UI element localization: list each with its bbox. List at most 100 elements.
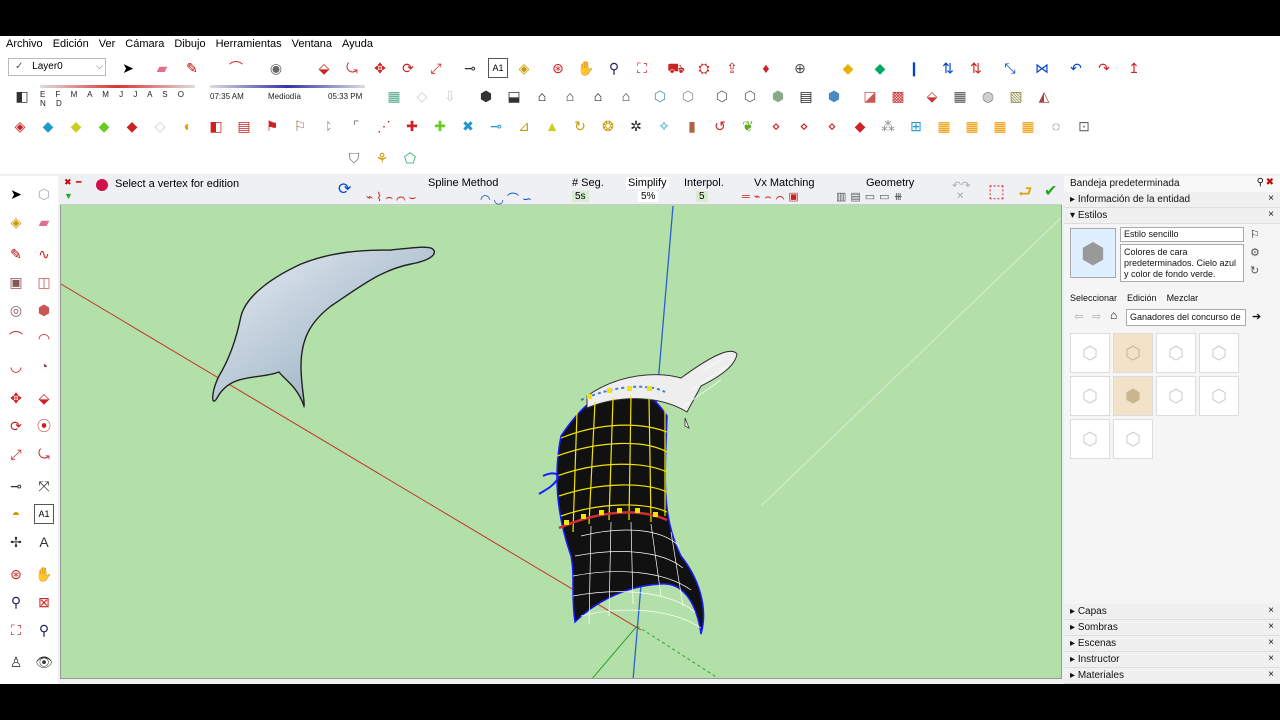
style-thumb[interactable]: ⬡ bbox=[1156, 333, 1196, 373]
tool-19-icon[interactable]: ⊿ bbox=[514, 116, 534, 136]
refresh-icon[interactable]: ⟳ bbox=[338, 179, 351, 199]
tool-10-icon[interactable]: ⚑ bbox=[262, 116, 282, 136]
sandbox-stamp-icon[interactable]: ▧ bbox=[1006, 86, 1026, 106]
style-thumb[interactable]: ⬡ bbox=[1156, 376, 1196, 416]
left-zoomext-icon[interactable]: ⛶ bbox=[6, 620, 26, 640]
left-3dtext-icon[interactable]: A bbox=[34, 532, 54, 552]
menu-ver[interactable]: Ver bbox=[93, 36, 120, 52]
style-thumb[interactable]: ⬡ bbox=[1199, 333, 1239, 373]
tool-31-icon[interactable]: ◆ bbox=[850, 116, 870, 136]
left-zoom-icon[interactable]: ⚲ bbox=[6, 592, 26, 612]
simplify-value[interactable]: 5% bbox=[638, 191, 659, 202]
panel-close-icon[interactable]: × bbox=[1268, 605, 1274, 616]
collection-select[interactable]: Ganadores del concurso de bbox=[1126, 309, 1246, 326]
style-thumb[interactable]: ⬡ bbox=[1070, 376, 1110, 416]
left-offset-icon[interactable]: ⤿ bbox=[34, 444, 54, 464]
close-icon[interactable]: ✖ bbox=[64, 177, 72, 188]
tool-35-icon[interactable]: ▦ bbox=[962, 116, 982, 136]
tool-7-icon[interactable]: ◐ bbox=[178, 116, 198, 136]
undo-icon[interactable]: ↶ bbox=[1066, 58, 1086, 78]
arc-icon[interactable]: ⌒ bbox=[226, 58, 246, 78]
tool-16-icon[interactable]: ✚ bbox=[430, 116, 450, 136]
left-lookaround-icon[interactable]: 👁 bbox=[34, 652, 54, 672]
tool-3-icon[interactable]: ◆ bbox=[66, 116, 86, 136]
style-thumb[interactable]: ⬡ bbox=[1199, 376, 1239, 416]
eraser-icon[interactable]: ▰ bbox=[152, 58, 172, 78]
scale-icon[interactable]: ⤢ bbox=[426, 58, 446, 78]
tool-17-icon[interactable]: ✖ bbox=[458, 116, 478, 136]
tape-icon[interactable]: ⊸ bbox=[460, 58, 480, 78]
section-display-icon[interactable]: ▩ bbox=[888, 86, 908, 106]
tool-23-icon[interactable]: ✲ bbox=[626, 116, 646, 136]
menu-ventana[interactable]: Ventana bbox=[286, 36, 336, 52]
refresh-style-icon[interactable]: ↻ bbox=[1250, 264, 1259, 277]
section-plane-icon[interactable]: ◪ bbox=[860, 86, 880, 106]
panel-materiales[interactable]: ▸ Materiales × bbox=[1064, 668, 1280, 684]
details-arrow-icon[interactable]: ➔ bbox=[1252, 310, 1261, 323]
tool-21-icon[interactable]: ↻ bbox=[570, 116, 590, 136]
geometry-icons[interactable]: ▥▤▭▭⧻ bbox=[836, 190, 907, 203]
tool-11-icon[interactable]: ⚐ bbox=[290, 116, 310, 136]
sandbox-contours-icon[interactable]: ⬙ bbox=[922, 86, 942, 106]
account-icon[interactable]: ⊕ bbox=[790, 58, 810, 78]
panel-escenas[interactable]: ▸ Escenas × bbox=[1064, 636, 1280, 652]
styles-row[interactable]: ▾ Estilos × bbox=[1064, 208, 1280, 224]
left-rotate-icon[interactable]: ⟳ bbox=[6, 416, 26, 436]
geo-location-icon[interactable]: ▦ bbox=[384, 86, 404, 106]
style-thumb[interactable]: ⬡ bbox=[1070, 419, 1110, 459]
solid-shell-icon[interactable]: ⛉ bbox=[344, 148, 364, 168]
minus-icon[interactable]: ━ bbox=[76, 177, 81, 188]
tool-28-icon[interactable]: ⋄ bbox=[766, 116, 786, 136]
zoom-extents-icon[interactable]: ⛶ bbox=[632, 58, 652, 78]
plugin-g-icon[interactable]: ⋈ bbox=[1032, 58, 1052, 78]
left-rotrect-icon[interactable]: ◫ bbox=[34, 272, 54, 292]
month-slider[interactable] bbox=[40, 85, 195, 88]
left-axes-icon[interactable]: ✢ bbox=[6, 532, 26, 552]
panel-capas[interactable]: ▸ Capas × bbox=[1064, 604, 1280, 620]
view-left-icon[interactable]: ⌂ bbox=[616, 86, 636, 106]
left-eraser-icon[interactable]: ▰ bbox=[34, 212, 54, 232]
nav-back-icon[interactable]: ⇦ bbox=[1074, 310, 1083, 323]
plugin-d-icon[interactable]: ⇅ bbox=[938, 58, 958, 78]
left-zoomwin-icon[interactable]: ⊠ bbox=[34, 592, 54, 612]
sandbox-smoove-icon[interactable]: ◍ bbox=[978, 86, 998, 106]
tool-1-icon[interactable]: ◈ bbox=[10, 116, 30, 136]
view-right-icon[interactable]: ⌂ bbox=[560, 86, 580, 106]
sandbox-b-icon[interactable]: ⇩ bbox=[440, 86, 460, 106]
left-freehand-icon[interactable]: ∿ bbox=[34, 244, 54, 264]
tool-6-icon[interactable]: ◇ bbox=[150, 116, 170, 136]
segments-value[interactable]: 5s bbox=[572, 191, 589, 202]
orbit-icon[interactable]: ⊛ bbox=[548, 58, 568, 78]
zoom-icon[interactable]: ⚲ bbox=[604, 58, 624, 78]
sandbox-a-icon[interactable]: ◇ bbox=[412, 86, 432, 106]
shaded-textures-icon[interactable]: ▤ bbox=[796, 86, 816, 106]
redo-icon[interactable]: ↷ bbox=[1094, 58, 1114, 78]
left-dimension-icon[interactable]: ⤧ bbox=[34, 476, 54, 496]
sandbox-scratch-icon[interactable]: ▦ bbox=[950, 86, 970, 106]
style-thumb[interactable]: ⬡ bbox=[1113, 419, 1153, 459]
left-arc3-icon[interactable]: ◡ bbox=[6, 356, 26, 376]
back-edges-icon[interactable]: ⬡ bbox=[678, 86, 698, 106]
plugin-a-icon[interactable]: ◆ bbox=[838, 58, 858, 78]
rotate-icon[interactable]: ⟳ bbox=[398, 58, 418, 78]
extension-icon[interactable]: ♦ bbox=[756, 58, 776, 78]
left-followme-icon[interactable]: ⦿ bbox=[34, 416, 54, 436]
hidden-line-icon[interactable]: ⬡ bbox=[740, 86, 760, 106]
warehouse-icon[interactable]: ⛟ bbox=[666, 58, 686, 78]
tool-9-icon[interactable]: ▤ bbox=[234, 116, 254, 136]
pin-icon[interactable]: ⚲ bbox=[1257, 177, 1264, 188]
style-description[interactable]: Colores de cara predeterminados. Cielo a… bbox=[1120, 244, 1244, 282]
scene-svg[interactable] bbox=[61, 176, 1062, 679]
arrow-down-icon[interactable]: ▼ bbox=[64, 191, 73, 201]
tool-27-icon[interactable]: ❦ bbox=[738, 116, 758, 136]
plugin-c-icon[interactable]: ❙ bbox=[904, 58, 924, 78]
move-icon[interactable]: ✥ bbox=[370, 58, 390, 78]
cancel-small-icon[interactable]: ✕ bbox=[956, 191, 964, 202]
solid-intersect-icon[interactable]: ⬠ bbox=[400, 148, 420, 168]
tab-select[interactable]: Seleccionar bbox=[1070, 293, 1117, 303]
view-back-icon[interactable]: ⌂ bbox=[588, 86, 608, 106]
wireframe-icon[interactable]: ⬡ bbox=[712, 86, 732, 106]
tool-32-icon[interactable]: ⁂ bbox=[878, 116, 898, 136]
create-style-icon[interactable]: ⚐ bbox=[1250, 228, 1260, 241]
tool-24-icon[interactable]: ✧ bbox=[654, 116, 674, 136]
